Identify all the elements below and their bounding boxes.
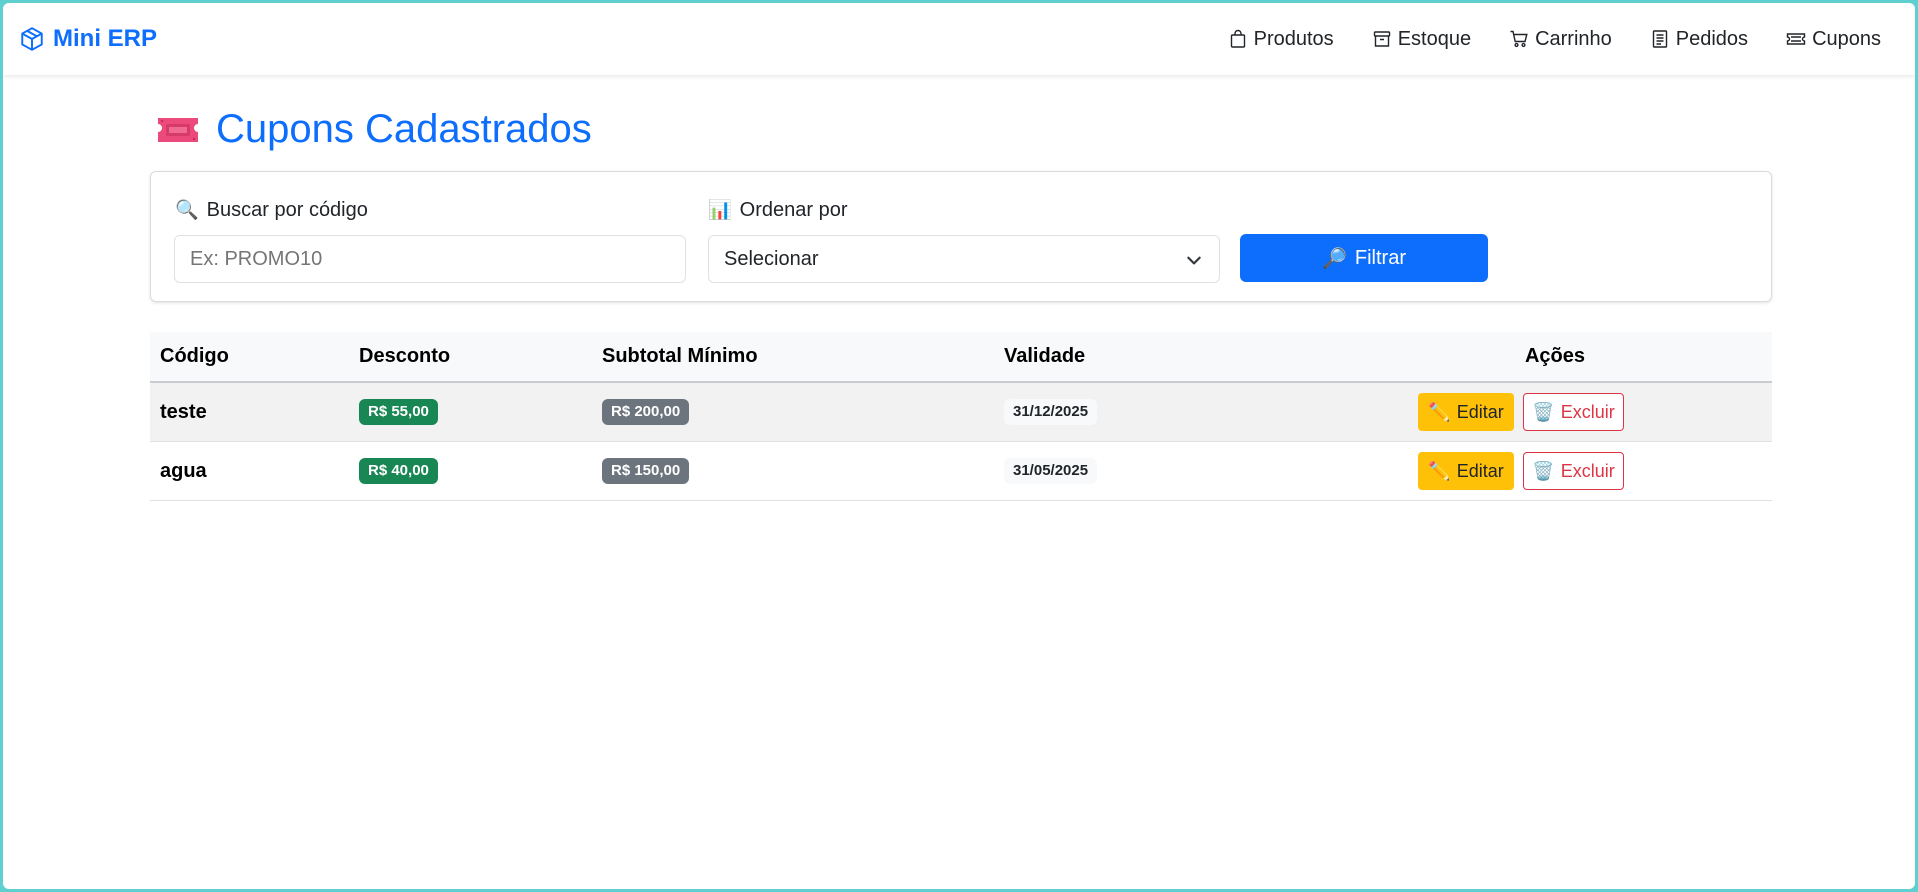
validity-badge: 31/05/2025: [1004, 458, 1098, 484]
filter-card: 🔍 Buscar por código 📊 Ordenar por Seleci…: [150, 171, 1772, 302]
main-nav: Produtos Estoque Carrinho Pedidos Cupons: [1228, 28, 1881, 51]
nav-label-pedidos: Pedidos: [1675, 27, 1749, 50]
header-validity: Validade: [1004, 345, 1086, 367]
coupon-code: teste: [160, 400, 207, 423]
trash-icon: 🗑️: [1532, 460, 1555, 481]
nav-label-cupons: Cupons: [1812, 27, 1881, 50]
chevron-down-icon: [1187, 256, 1201, 265]
nav-item-produtos[interactable]: Produtos: [1228, 28, 1334, 51]
delete-button-label: Excluir: [1560, 460, 1615, 481]
page-header: Cupons Cadastrados: [156, 107, 592, 152]
edit-button-label: Editar: [1456, 460, 1504, 481]
magnifier-icon: 🔍: [175, 200, 199, 221]
discount-badge: R$ 55,00: [359, 399, 438, 425]
ticket-icon: [1786, 33, 1806, 45]
sort-select-value: Selecionar: [724, 247, 819, 270]
nav-label-carrinho: Carrinho: [1535, 27, 1612, 50]
sort-select[interactable]: Selecionar: [708, 235, 1220, 283]
coupons-table: Código Desconto Subtotal Mínimo Validade…: [150, 332, 1772, 501]
receipt-icon: [1652, 30, 1667, 48]
table-row: teste R$ 55,00 R$ 200,00 31/12/2025 ✏️ E…: [150, 383, 1772, 442]
filter-button[interactable]: 🔎 Filtrar: [1240, 234, 1488, 282]
bar-chart-icon: 📊: [708, 200, 732, 221]
validity-badge: 31/12/2025: [1004, 399, 1098, 425]
brand-link[interactable]: Mini ERP: [19, 25, 157, 53]
search-input[interactable]: [174, 235, 686, 283]
delete-button[interactable]: 🗑️ Excluir: [1523, 452, 1624, 490]
app-window: Mini ERP Produtos Estoque Carrinho Pedid…: [3, 3, 1915, 889]
sort-label-text: Ordenar por: [739, 198, 848, 221]
search-label: 🔍 Buscar por código: [175, 198, 368, 222]
page-title: Cupons Cadastrados: [216, 107, 592, 151]
bag-icon: [1230, 29, 1245, 48]
top-navbar: Mini ERP Produtos Estoque Carrinho Pedid…: [3, 3, 1915, 75]
box-icon: [21, 27, 43, 51]
nav-item-carrinho[interactable]: Carrinho: [1509, 28, 1612, 51]
edit-button-label: Editar: [1456, 401, 1504, 422]
archive-icon: [1373, 31, 1390, 47]
header-code: Código: [160, 345, 229, 367]
delete-button-label: Excluir: [1560, 401, 1615, 422]
edit-button[interactable]: ✏️ Editar: [1418, 393, 1514, 431]
search-emoji-icon: 🔎: [1321, 247, 1347, 270]
nav-item-cupons[interactable]: Cupons: [1786, 28, 1881, 51]
table-header: Código Desconto Subtotal Mínimo Validade…: [150, 332, 1772, 383]
nav-label-produtos: Produtos: [1253, 27, 1334, 50]
header-discount: Desconto: [359, 345, 451, 367]
filter-button-label: Filtrar: [1354, 246, 1406, 269]
trash-icon: 🗑️: [1532, 401, 1555, 422]
row-actions: ✏️ Editar 🗑️ Excluir: [1418, 383, 1624, 441]
nav-item-pedidos[interactable]: Pedidos: [1650, 28, 1748, 51]
header-min-subtotal: Subtotal Mínimo: [602, 345, 758, 367]
header-actions: Ações: [1524, 345, 1586, 367]
ticket-emoji-icon: [158, 117, 198, 142]
nav-label-estoque: Estoque: [1397, 27, 1472, 50]
table-row: agua R$ 40,00 R$ 150,00 31/05/2025 ✏️ Ed…: [150, 442, 1772, 501]
nav-item-estoque[interactable]: Estoque: [1372, 28, 1471, 51]
pencil-icon: ✏️: [1428, 401, 1451, 422]
min-subtotal-badge: R$ 200,00: [602, 399, 690, 425]
cart-icon: [1510, 30, 1528, 48]
brand-name: Mini ERP: [53, 25, 158, 52]
row-actions: ✏️ Editar 🗑️ Excluir: [1418, 442, 1624, 500]
coupon-code: agua: [160, 459, 207, 482]
edit-button[interactable]: ✏️ Editar: [1418, 452, 1514, 490]
min-subtotal-badge: R$ 150,00: [602, 458, 690, 484]
pencil-icon: ✏️: [1428, 460, 1451, 481]
sort-label: 📊 Ordenar por: [708, 198, 848, 222]
search-label-text: Buscar por código: [206, 198, 368, 221]
delete-button[interactable]: 🗑️ Excluir: [1523, 393, 1624, 431]
discount-badge: R$ 40,00: [359, 458, 438, 484]
